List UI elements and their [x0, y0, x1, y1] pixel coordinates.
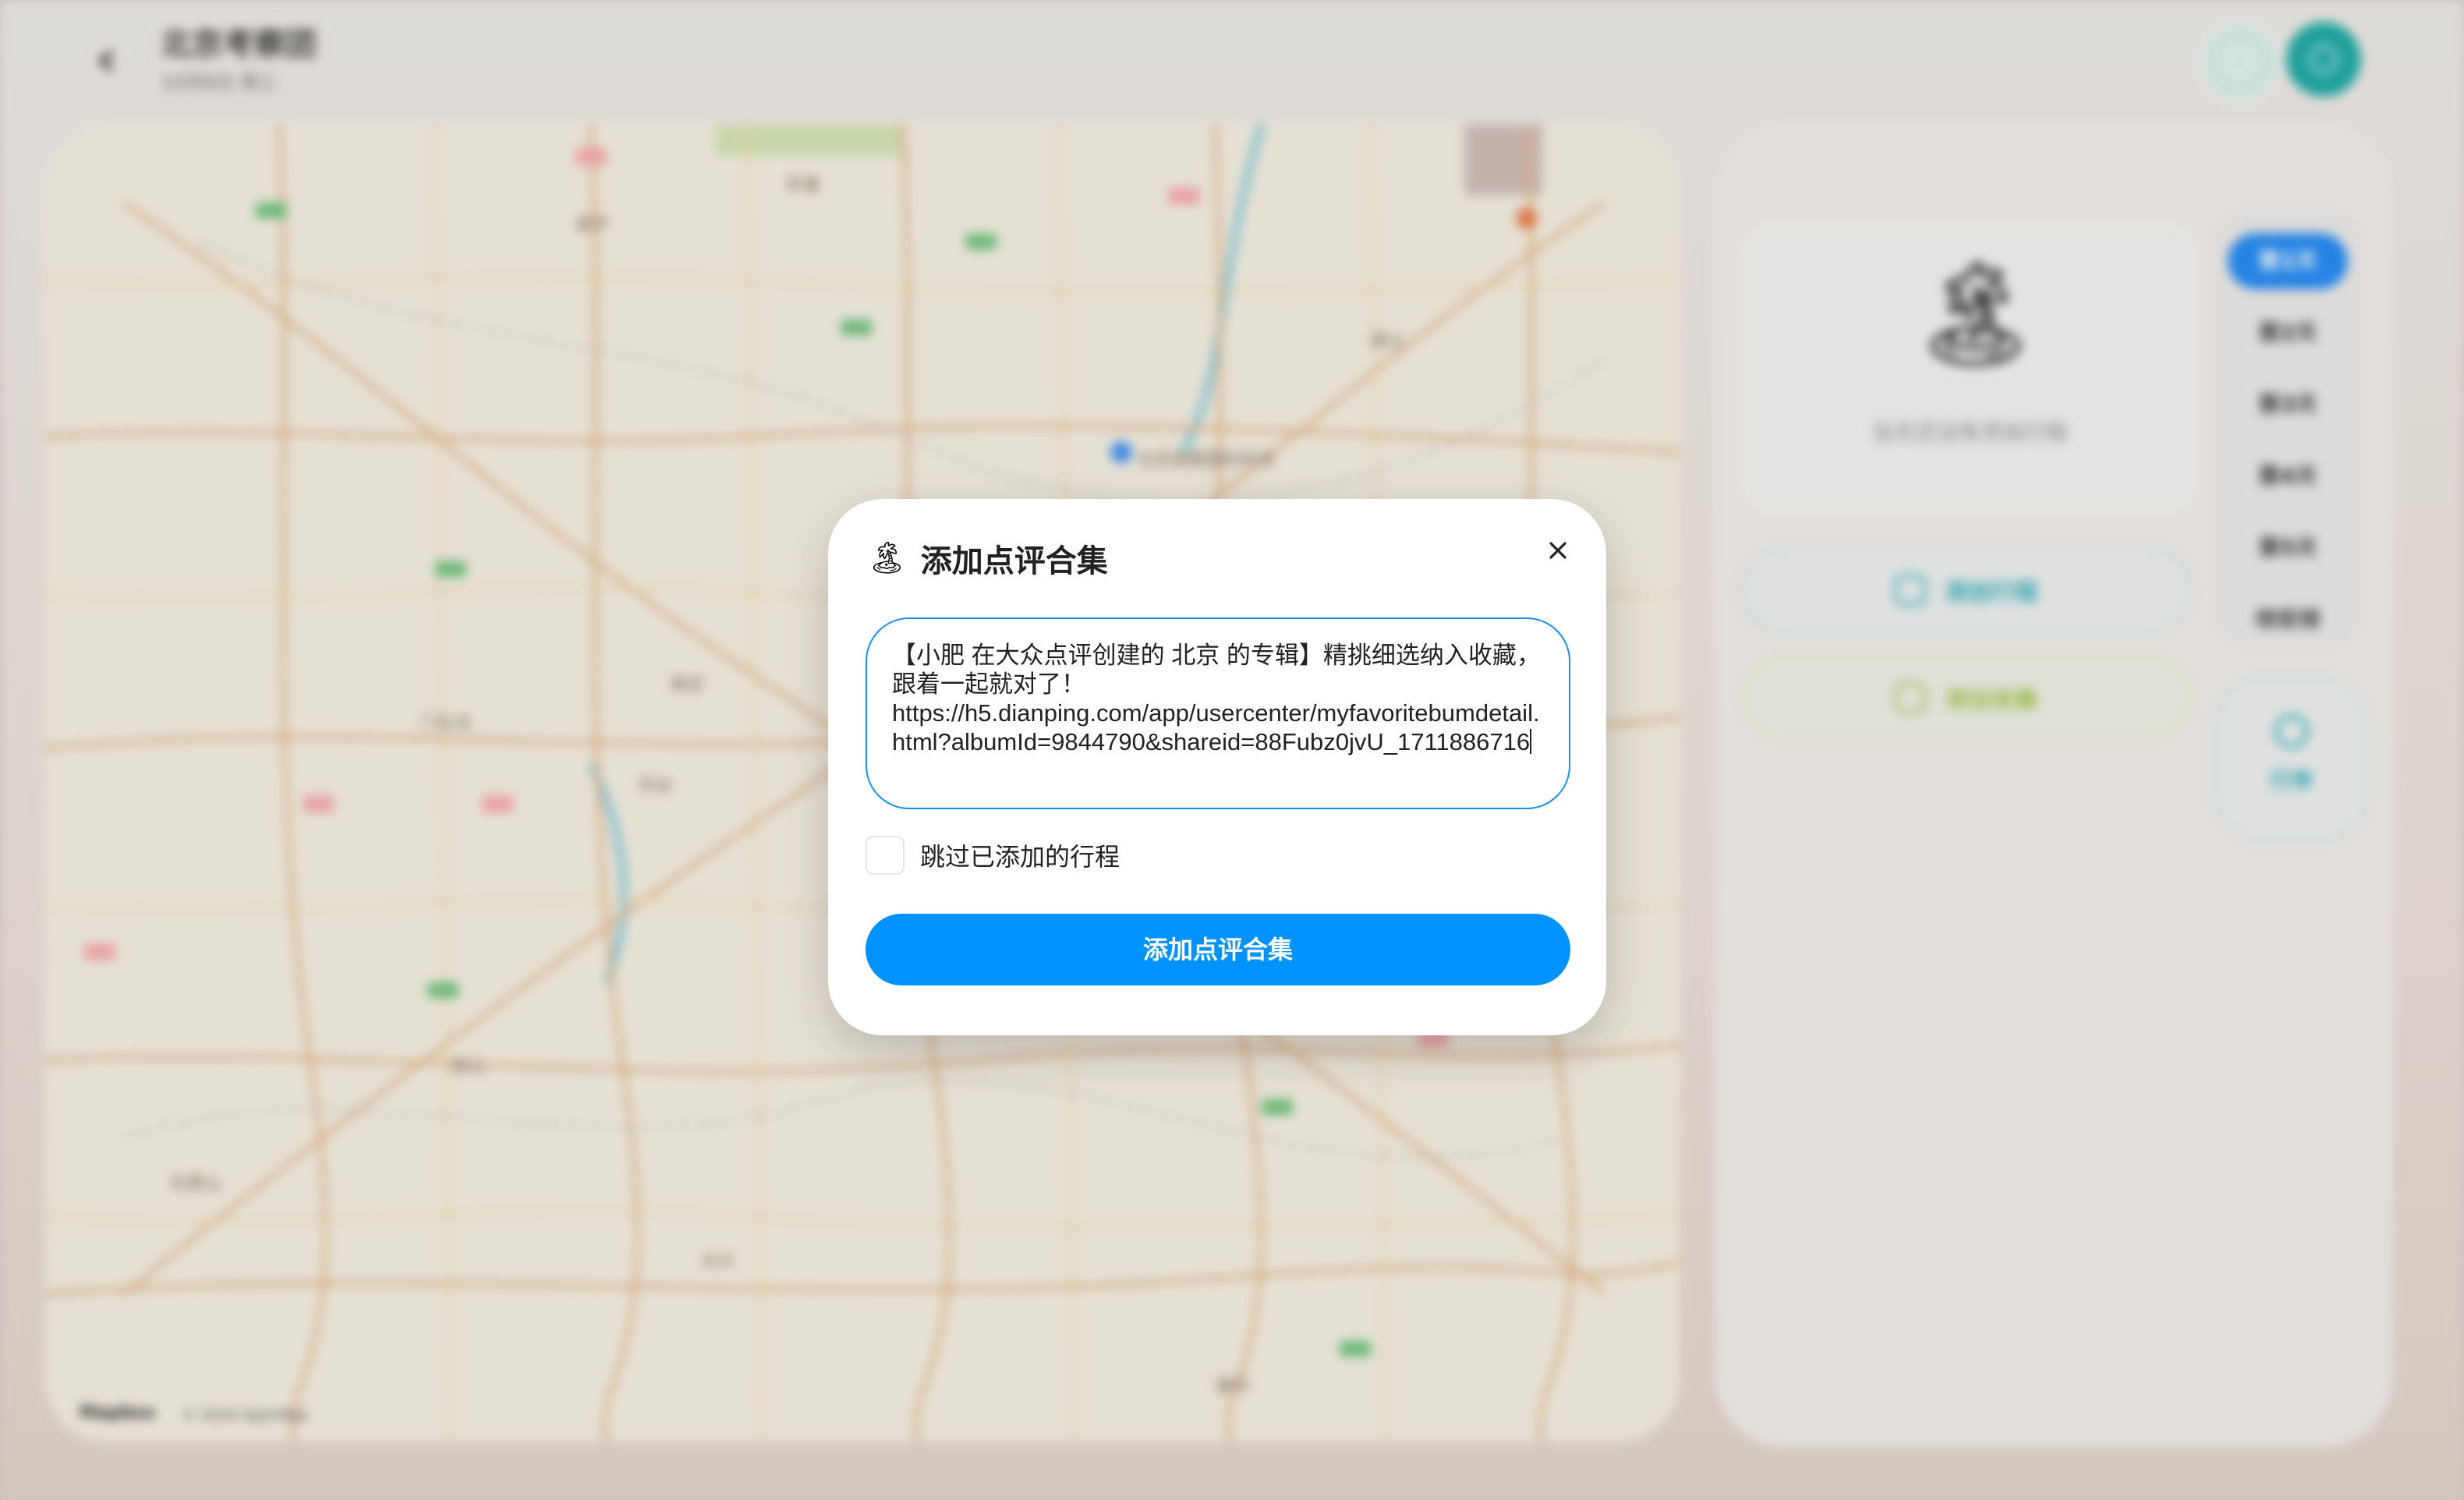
skip-added-option[interactable]: 跳过已添加的行程: [866, 834, 1120, 876]
collection-link-textarea[interactable]: 【小肥 在大众点评创建的 北京 的专辑】精挑细选纳入收藏，跟着一起就对了！ ht…: [866, 617, 1570, 809]
textarea-value: 【小肥 在大众点评创建的 北京 的专辑】精挑细选纳入收藏，跟着一起就对了！ ht…: [892, 642, 1541, 755]
dialog-title: 添加点评合集: [920, 543, 1108, 579]
dialog-header: 🏝 添加点评合集: [867, 536, 1108, 580]
skip-added-label: 跳过已添加的行程: [920, 842, 1120, 872]
close-icon[interactable]: [1538, 530, 1578, 571]
palm-tree-icon: 🏝: [867, 540, 907, 576]
skip-added-checkbox[interactable]: [866, 836, 905, 875]
add-review-collection-button[interactable]: 添加点评合集: [866, 914, 1570, 985]
text-cursor: [1530, 729, 1532, 754]
add-review-collection-dialog: 🏝 添加点评合集 【小肥 在大众点评创建的 北京 的专辑】精挑细选纳入收藏，跟着…: [828, 499, 1606, 1035]
